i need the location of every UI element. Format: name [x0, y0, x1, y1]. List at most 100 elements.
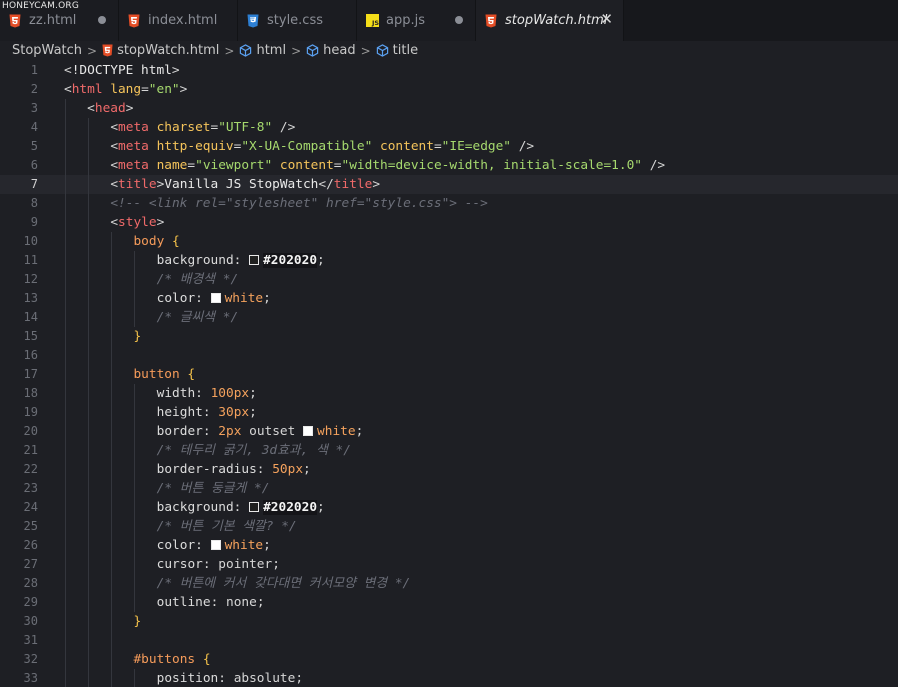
code-line[interactable]: 5 <meta http-equiv = "X-UA-Compatible" cont… — [0, 137, 898, 156]
tab-label: style.css — [267, 13, 323, 28]
code-token: title — [118, 177, 157, 192]
code-text: /* 배경색 */ — [157, 270, 239, 289]
code-token: body — [133, 234, 165, 249]
tab-stopwatch-html[interactable]: stopWatch.html ✕ — [476, 0, 624, 41]
code-line[interactable]: 7 <title>Vanilla JS StopWatch</title> — [0, 175, 898, 194]
color-swatch[interactable] — [249, 255, 260, 265]
code-token: : — [195, 386, 211, 401]
close-icon[interactable]: ✕ — [600, 10, 613, 28]
code-token: ; — [317, 500, 325, 515]
code-line[interactable]: 17 button { — [0, 365, 898, 384]
code-token: !DOCTYPE html — [71, 63, 172, 78]
line-number: 8 — [30, 196, 38, 210]
code-line[interactable]: 1 <!DOCTYPE html> — [0, 61, 898, 80]
code-line[interactable]: 8 <!-- <link rel="stylesheet" href="style… — [0, 194, 898, 213]
color-swatch[interactable] — [249, 502, 260, 512]
breadcrumb: StopWatch > stopWatch.html > html > head… — [0, 41, 898, 60]
breadcrumb-item-html[interactable]: html — [256, 43, 286, 58]
code-text: outline: none; — [157, 593, 265, 612]
code-token: outline — [156, 595, 211, 610]
tab-bar-empty — [624, 0, 898, 41]
code-token: title — [333, 177, 373, 192]
code-token: < — [64, 82, 72, 97]
code-token: "width=device-width, initial-scale=1.0" — [341, 158, 642, 173]
code-token: color — [156, 291, 196, 306]
line-number: 23 — [23, 481, 38, 495]
code-token: button — [133, 367, 180, 382]
code-line[interactable]: 30} — [0, 612, 898, 631]
code-token: : — [233, 500, 250, 515]
code-editor[interactable]: 1 <!DOCTYPE html> 2 <html lang="en"> 3 <head>… — [0, 60, 898, 687]
code-token: ; — [295, 671, 304, 686]
indent-guide — [134, 251, 136, 327]
code-token: height — [156, 405, 203, 420]
code-line[interactable]: 4 <meta charset="UTF-8" /> — [0, 118, 898, 137]
code-text: position: absolute; — [157, 669, 303, 687]
breadcrumb-item-file[interactable]: stopWatch.html — [117, 43, 219, 58]
breadcrumb-item-folder[interactable]: StopWatch — [12, 43, 82, 58]
code-line[interactable]: 10 body { — [0, 232, 898, 251]
tab-style-css[interactable]: style.css — [238, 0, 357, 41]
line-number: 2 — [30, 82, 38, 96]
code-token: { — [195, 652, 211, 667]
breadcrumb-item-title[interactable]: title — [393, 43, 418, 58]
unsaved-dot-icon[interactable] — [455, 16, 463, 24]
line-number: 21 — [23, 443, 38, 457]
code-line[interactable]: 6 <meta name="viewport" content="width=de… — [0, 156, 898, 175]
code-token: /* 배경색 */ — [156, 272, 239, 287]
code-token: meta — [118, 139, 149, 154]
code-token: : — [202, 424, 219, 439]
code-token: #buttons — [133, 652, 196, 667]
code-token: ; — [249, 405, 257, 420]
html5-icon — [127, 13, 141, 29]
code-token: < — [110, 215, 119, 230]
code-token: <!-- <link rel="stylesheet" href="style.… — [110, 196, 488, 211]
line-number: 19 — [23, 405, 38, 419]
code-line[interactable]: 2 <html lang="en"> — [0, 80, 898, 99]
color-swatch[interactable] — [210, 293, 221, 303]
code-token: /> — [272, 120, 296, 135]
chevron-right-icon: > — [87, 43, 98, 58]
code-line[interactable]: 16 — [0, 346, 898, 365]
color-swatch[interactable] — [210, 540, 221, 550]
code-token: meta — [118, 120, 149, 135]
code-token: lang — [102, 82, 142, 97]
code-token: { — [164, 234, 180, 249]
code-token: /* 테두리 굵기, 3d효과, 색 */ — [156, 443, 351, 458]
code-token: "IE=edge" — [441, 139, 512, 154]
code-token: #202020 — [263, 500, 318, 515]
code-token: ; — [263, 291, 271, 306]
line-number: 7 — [30, 177, 38, 191]
code-token: = — [333, 158, 342, 173]
code-line[interactable]: 9 <style> — [0, 213, 898, 232]
js-icon: JS — [365, 13, 379, 29]
html5-icon — [484, 13, 498, 29]
code-token: meta — [118, 158, 149, 173]
tab-index-html[interactable]: index.html — [119, 0, 238, 41]
code-token: < — [110, 177, 119, 192]
code-text: background: #202020; — [157, 251, 325, 270]
code-token: /* 글씨색 */ — [156, 310, 239, 325]
breadcrumb-item-head[interactable]: head — [323, 43, 355, 58]
code-token: = — [187, 158, 196, 173]
line-number: 16 — [23, 348, 38, 362]
code-line[interactable]: 31 — [0, 631, 898, 650]
code-line[interactable]: 3 <head> — [0, 99, 898, 118]
element-cube-icon — [239, 44, 252, 57]
code-text: <meta http-equiv = "X-UA-Compatible" conte… — [110, 137, 534, 156]
code-token: "X-UA-Compatible" — [241, 139, 373, 154]
tab-app-js[interactable]: JS app.js — [357, 0, 476, 41]
line-number: 27 — [23, 557, 38, 571]
code-line[interactable]: 32 #buttons { — [0, 650, 898, 669]
svg-text:JS: JS — [371, 19, 379, 27]
code-token: white — [224, 291, 264, 306]
code-text: #buttons { — [133, 650, 210, 669]
line-number: 31 — [23, 633, 38, 647]
chevron-right-icon: > — [360, 43, 371, 58]
unsaved-dot-icon[interactable] — [98, 16, 106, 24]
color-swatch[interactable] — [303, 426, 314, 436]
code-token: ; — [249, 386, 257, 401]
code-text: background: #202020; — [157, 498, 325, 517]
code-token: content — [372, 139, 434, 154]
code-line[interactable]: 15} — [0, 327, 898, 346]
